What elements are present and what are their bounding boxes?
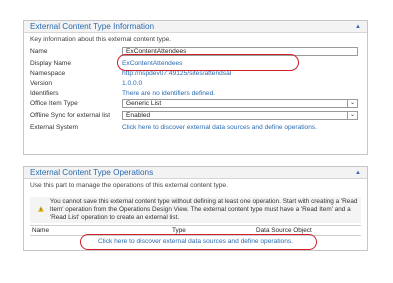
ops-panel-description: Use this part to manage the operations o…	[30, 182, 228, 189]
identifiers-link[interactable]: There are no identifiers defined.	[122, 90, 215, 97]
office-item-type-select[interactable]: Generic List ⌄	[122, 99, 358, 108]
chevron-down-icon[interactable]: ⌄	[347, 112, 357, 119]
version-link[interactable]: 1.0.0.0	[122, 80, 142, 87]
highlight-oval	[80, 234, 317, 250]
display-name-label: Display Name	[30, 59, 72, 67]
warning-icon	[38, 206, 44, 212]
column-header-data-source-object[interactable]: Data Source Object	[256, 227, 312, 234]
column-header-name[interactable]: Name	[32, 227, 49, 234]
ops-panel-header: External Content Type Operations ▲	[24, 167, 367, 179]
content-type-information-panel: External Content Type Information ▲ Key …	[23, 20, 368, 155]
external-system-row: External System Click here to discover e…	[30, 122, 361, 132]
warning-text: You cannot save this external content ty…	[49, 198, 358, 221]
offline-sync-select[interactable]: Enabled ⌄	[122, 111, 358, 120]
info-panel-title: External Content Type Information	[30, 22, 155, 31]
version-label: Version	[30, 79, 52, 87]
collapse-icon[interactable]: ▲	[355, 24, 361, 30]
chevron-down-icon[interactable]: ⌄	[347, 100, 357, 107]
discover-data-sources-link[interactable]: Click here to discover external data sou…	[122, 124, 317, 131]
column-header-type[interactable]: Type	[172, 227, 186, 234]
identifiers-row: Identifiers There are no identifiers def…	[30, 88, 361, 98]
identifiers-label: Identifiers	[30, 89, 59, 97]
office-item-type-label: Office Item Type	[30, 99, 78, 107]
office-item-type-value: Generic List	[126, 100, 162, 107]
info-panel-description: Key information about this external cont…	[30, 36, 172, 43]
name-label: Name	[30, 47, 48, 55]
offline-sync-value: Enabled	[126, 112, 151, 119]
version-row: Version 1.0.0.0	[30, 78, 361, 88]
ops-panel-title: External Content Type Operations	[30, 168, 154, 177]
offline-sync-label: Offline Sync for external list	[30, 111, 111, 119]
warning-message: You cannot save this external content ty…	[30, 197, 361, 223]
highlight-oval	[117, 54, 299, 71]
external-system-label: External System	[30, 123, 79, 131]
namespace-label: Namespace	[30, 69, 66, 77]
info-panel-header: External Content Type Information ▲	[24, 21, 367, 33]
collapse-icon[interactable]: ▲	[355, 170, 361, 176]
